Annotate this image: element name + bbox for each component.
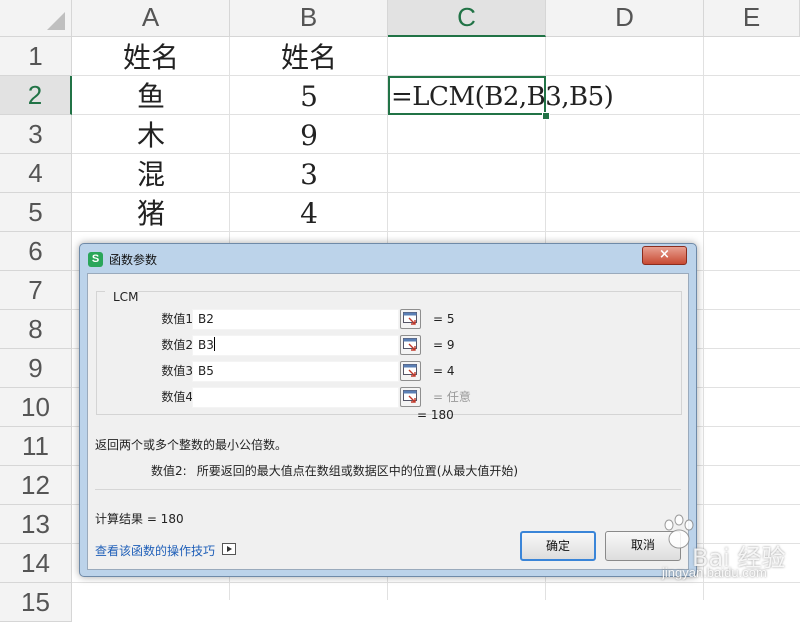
cell-a2[interactable]: 鱼 bbox=[72, 78, 230, 116]
arg-input-3-value: B5 bbox=[198, 364, 214, 378]
cell-a5[interactable]: 猪 bbox=[72, 195, 230, 233]
cell-b5[interactable]: 4 bbox=[230, 195, 388, 233]
dialog-body: LCM 数值1 B2 = 5 数值2 B3 = 9 数值3 B5 = 4 数值4… bbox=[87, 273, 689, 570]
row-header-6[interactable]: 6 bbox=[0, 232, 72, 271]
arg-result-2: = 9 bbox=[433, 338, 455, 352]
function-description: 返回两个或多个整数的最小公倍数。 bbox=[95, 438, 288, 452]
ref-select-button-1[interactable] bbox=[400, 309, 421, 329]
row-header-14[interactable]: 14 bbox=[0, 544, 72, 583]
row-header-12[interactable]: 12 bbox=[0, 466, 72, 505]
arg-input-2[interactable]: B3 bbox=[192, 335, 399, 356]
dialog-title: 函数参数 bbox=[109, 253, 158, 267]
ref-select-button-4[interactable] bbox=[400, 387, 421, 407]
video-play-icon[interactable] bbox=[222, 543, 236, 555]
cell-a4[interactable]: 混 bbox=[72, 156, 230, 194]
cell-b1[interactable]: 姓名 bbox=[230, 39, 388, 77]
arg-result-3: = 4 bbox=[433, 364, 455, 378]
arg-label-4: 数值4 bbox=[161, 390, 193, 404]
arg-input-3[interactable]: B5 bbox=[192, 361, 399, 382]
parameter-description: 数值2: 所要返回的最大值点在数组或数据区中的位置(从最大值开始) bbox=[151, 462, 528, 479]
row-header-11[interactable]: 11 bbox=[0, 427, 72, 466]
ref-select-button-2[interactable] bbox=[400, 335, 421, 355]
arg-input-1-value: B2 bbox=[198, 312, 214, 326]
function-name-label: LCM bbox=[105, 290, 139, 304]
row-header-13[interactable]: 13 bbox=[0, 505, 72, 544]
function-tips-link[interactable]: 查看该函数的操作技巧 bbox=[95, 542, 215, 559]
cell-b2[interactable]: 5 bbox=[230, 78, 388, 116]
arg-result-1: = 5 bbox=[433, 312, 455, 326]
row-header-3[interactable]: 3 bbox=[0, 115, 72, 154]
text-caret bbox=[213, 337, 215, 351]
ok-button[interactable]: 确定 bbox=[520, 531, 596, 561]
parameter-text: 所要返回的最大值点在数组或数据区中的位置(从最大值开始) bbox=[196, 464, 519, 478]
range-select-icon bbox=[403, 338, 417, 351]
range-select-icon bbox=[403, 312, 417, 325]
close-button[interactable]: × bbox=[642, 246, 687, 265]
watermark-url: jingyan.baidu.com bbox=[662, 565, 767, 580]
arguments-group: LCM 数值1 B2 = 5 数值2 B3 = 9 数值3 B5 = 4 数值4… bbox=[96, 290, 682, 415]
row-header-1[interactable]: 1 bbox=[0, 37, 72, 76]
select-all-corner[interactable] bbox=[0, 0, 72, 37]
arg-label-1: 数值1 bbox=[161, 312, 193, 326]
cell-b3[interactable]: 9 bbox=[230, 117, 388, 155]
cell-a1[interactable]: 姓名 bbox=[72, 39, 230, 77]
row-header-4[interactable]: 4 bbox=[0, 154, 72, 193]
arg-label-3: 数值3 bbox=[161, 364, 193, 378]
cell-a3[interactable]: 木 bbox=[72, 117, 230, 155]
row-header-2[interactable]: 2 bbox=[0, 76, 72, 115]
grid-line bbox=[72, 582, 800, 583]
arg-input-4[interactable] bbox=[192, 387, 399, 408]
calculation-result: 计算结果 = 180 bbox=[95, 512, 184, 526]
row-header-7[interactable]: 7 bbox=[0, 271, 72, 310]
arg-input-1[interactable]: B2 bbox=[192, 309, 399, 330]
formula-result: = 180 bbox=[417, 408, 454, 422]
dialog-titlebar[interactable]: S 函数参数 × bbox=[80, 244, 696, 274]
row-header-5[interactable]: 5 bbox=[0, 193, 72, 232]
arg-result-4: = 任意 bbox=[433, 390, 471, 404]
arg-label-2: 数值2 bbox=[161, 338, 193, 352]
ref-select-button-3[interactable] bbox=[400, 361, 421, 381]
row-header-15[interactable]: 15 bbox=[0, 583, 72, 622]
column-header-c[interactable]: C bbox=[388, 0, 546, 37]
arg-input-2-value: B3 bbox=[198, 338, 214, 352]
cell-c2-formula[interactable]: =LCM(B2,B3,B5) bbox=[391, 77, 614, 115]
column-header-b[interactable]: B bbox=[230, 0, 388, 37]
column-header-d[interactable]: D bbox=[546, 0, 704, 37]
column-header-a[interactable]: A bbox=[72, 0, 230, 37]
row-header-9[interactable]: 9 bbox=[0, 349, 72, 388]
parameter-name: 数值2: bbox=[151, 464, 187, 478]
select-all-icon bbox=[47, 12, 65, 30]
cell-b4[interactable]: 3 bbox=[230, 156, 388, 194]
divider bbox=[95, 489, 681, 490]
column-header-e[interactable]: E bbox=[704, 0, 800, 37]
fill-handle[interactable] bbox=[542, 112, 550, 120]
range-select-icon bbox=[403, 390, 417, 403]
grid-line bbox=[703, 37, 704, 600]
wps-app-icon: S bbox=[88, 252, 103, 267]
range-select-icon bbox=[403, 364, 417, 377]
function-arguments-dialog: S 函数参数 × LCM 数值1 B2 = 5 数值2 B3 = 9 数值3 B… bbox=[79, 243, 697, 577]
row-header-10[interactable]: 10 bbox=[0, 388, 72, 427]
row-header-8[interactable]: 8 bbox=[0, 310, 72, 349]
